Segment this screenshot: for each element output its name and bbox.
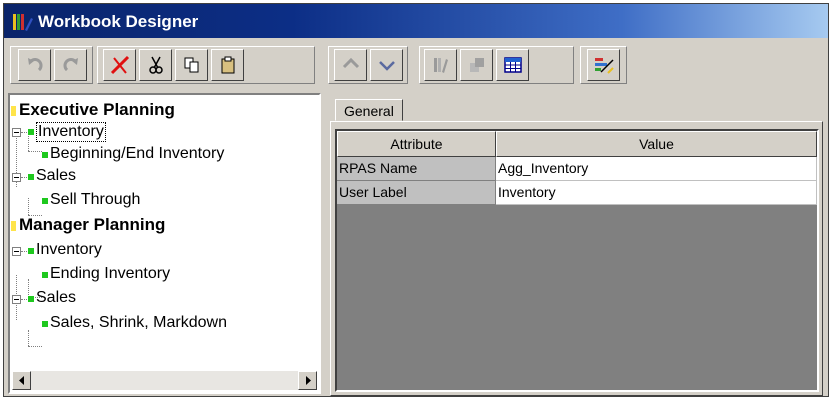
delete-button[interactable] [103, 49, 136, 81]
column-header-value[interactable]: Value [496, 131, 817, 157]
books-icon [433, 58, 448, 73]
root-node-marker [11, 221, 16, 231]
tree-node-beginning-end-inventory[interactable]: Beginning/End Inventory [10, 145, 319, 167]
tree-connector [21, 299, 27, 301]
tree-node-manager-inventory[interactable]: Inventory [10, 241, 310, 263]
table-button[interactable] [496, 49, 529, 81]
properties-panel: General Attribute Value RPAS Name Agg_In… [327, 93, 826, 396]
tree-node-executive-inventory[interactable]: Inventory [10, 122, 310, 144]
tree-node-label: Sales [36, 289, 77, 306]
tree-node-label: Executive Planning [19, 100, 175, 119]
workbook-tree[interactable]: Executive Planning Inventory Beginning/E… [8, 93, 321, 394]
node-icon [28, 296, 34, 302]
tree-node-label: Beginning/End Inventory [50, 145, 225, 162]
workbook-icon [469, 58, 484, 72]
column-header-attribute[interactable]: Attribute [337, 131, 496, 157]
window-title: Workbook Designer [38, 12, 199, 31]
tree-node-executive-planning[interactable]: Executive Planning [10, 100, 310, 122]
tree-node-label: Inventory [36, 241, 102, 258]
collapse-icon[interactable] [12, 173, 21, 182]
redo-icon [63, 58, 78, 72]
node-icon [28, 174, 34, 180]
tree-node-manager-planning[interactable]: Manager Planning [10, 215, 310, 237]
tree-node-label: Sales [36, 167, 77, 184]
node-icon [42, 152, 48, 158]
paste-button[interactable] [211, 49, 244, 81]
root-node-marker [11, 106, 16, 116]
move-up-button[interactable] [334, 49, 367, 81]
tree-connector [21, 251, 27, 253]
attribute-cell-user-label: User Label [337, 181, 496, 205]
undo-icon [27, 58, 42, 72]
content-area: Executive Planning Inventory Beginning/E… [4, 90, 828, 396]
node-icon [28, 129, 34, 135]
tree-node-manager-sales[interactable]: Sales [10, 289, 310, 311]
node-icon [42, 321, 48, 327]
cut-button[interactable] [139, 49, 172, 81]
move-down-button[interactable] [370, 49, 403, 81]
workbook-designer-app-icon [13, 14, 33, 31]
horizontal-scrollbar[interactable] [12, 371, 317, 390]
collapse-icon[interactable] [12, 128, 21, 137]
workbook-button[interactable] [460, 49, 493, 81]
collapse-icon[interactable] [12, 247, 21, 256]
redo-button[interactable] [54, 49, 87, 81]
scroll-left-button[interactable] [12, 371, 31, 390]
node-icon [42, 198, 48, 204]
tree-connector [21, 132, 27, 134]
paste-icon [221, 56, 234, 74]
tree-node-executive-sales[interactable]: Sales [10, 167, 310, 189]
node-icon [28, 248, 34, 254]
node-icon [42, 272, 48, 278]
copy-icon [184, 57, 198, 73]
copy-button[interactable] [175, 49, 208, 81]
tree-node-label: Manager Planning [19, 215, 166, 234]
workbook-designer-window: Workbook Designer Executive Planning Inv… [3, 3, 829, 397]
tree-node-label: Sell Through [50, 191, 141, 208]
tree-node-label: Sales, Shrink, Markdown [50, 314, 227, 331]
attribute-cell-rpas-name: RPAS Name [337, 157, 496, 181]
undo-button[interactable] [18, 49, 51, 81]
scroll-right-button[interactable] [298, 371, 317, 390]
tree-node-sell-through[interactable]: Sell Through [10, 191, 310, 213]
toolbar [4, 40, 828, 90]
attribute-grid[interactable]: Attribute Value RPAS Name Agg_Inventory … [335, 129, 819, 392]
scroll-right-icon [305, 376, 311, 385]
tree-node-label: Inventory [36, 122, 106, 142]
cut-icon [148, 56, 163, 74]
move-up-icon [342, 57, 359, 69]
tree-node-ending-inventory[interactable]: Ending Inventory [10, 265, 310, 287]
title-bar[interactable]: Workbook Designer [4, 4, 828, 38]
chart-wizard-button[interactable] [587, 49, 620, 81]
tree-connector [21, 177, 27, 179]
books-button[interactable] [424, 49, 457, 81]
tree-node-label: Ending Inventory [50, 265, 171, 282]
move-down-icon [378, 61, 395, 71]
chart-wizard-icon [594, 58, 614, 74]
tree-node-sales-shrink-markdown[interactable]: Sales, Shrink, Markdown [10, 314, 319, 336]
value-cell-rpas-name[interactable]: Agg_Inventory [496, 157, 817, 181]
tab-general[interactable]: General [335, 99, 403, 121]
value-cell-user-label[interactable]: Inventory [496, 181, 817, 205]
delete-icon [110, 55, 129, 75]
table-icon [503, 57, 522, 73]
scroll-left-icon [18, 376, 24, 385]
collapse-icon[interactable] [12, 295, 21, 304]
tree-connector [28, 346, 42, 348]
